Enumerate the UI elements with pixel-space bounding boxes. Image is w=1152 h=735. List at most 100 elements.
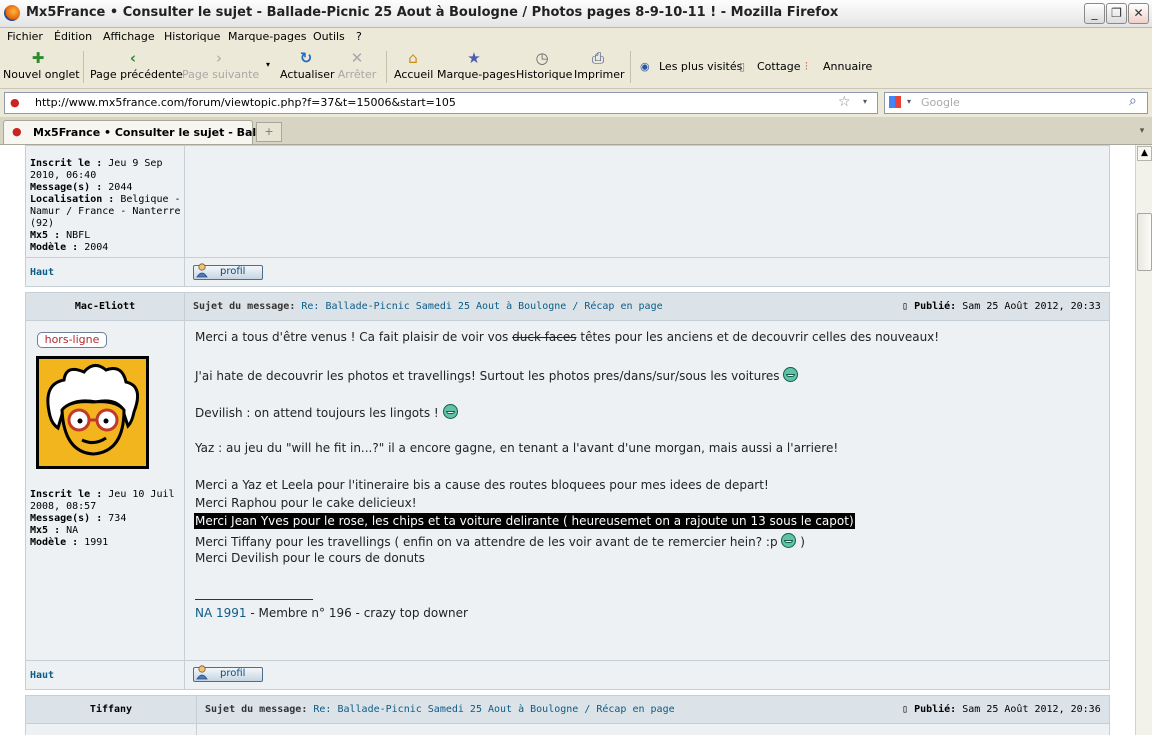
- bookmarks-button[interactable]: ★ Marque-pages: [437, 46, 516, 88]
- bookmarks-label: Marque-pages: [437, 68, 516, 81]
- url-text: http://www.mx5france.com/forum/viewtopic…: [35, 96, 456, 109]
- menu-affichage[interactable]: Affichage: [103, 30, 155, 43]
- profile-button-label: profil: [220, 668, 246, 679]
- url-field[interactable]: ● http://www.mx5france.com/forum/viewtop…: [4, 92, 878, 114]
- window-title: Mx5France • Consulter le sujet - Ballade…: [26, 5, 839, 20]
- grin-smiley-icon: [783, 367, 799, 382]
- back-label: Page précédente: [90, 68, 183, 81]
- search-icon[interactable]: ⌕: [1129, 93, 1137, 109]
- bookmark-annuaire[interactable]: Annuaire: [823, 60, 872, 73]
- history-dropdown-icon[interactable]: ▾: [263, 60, 273, 70]
- grin-smiley-icon: [442, 404, 458, 419]
- offline-status-badge: hors-ligne: [37, 332, 107, 348]
- bookmark-cottage[interactable]: Cottage: [757, 60, 801, 73]
- reload-icon: ↻: [299, 49, 313, 67]
- post-date: ▯ Publié: Sam 25 Août 2012, 20:36: [902, 704, 1101, 715]
- stop-icon: ✕: [350, 49, 364, 67]
- home-button[interactable]: ⌂ Accueil: [394, 46, 433, 88]
- tab-active[interactable]: ● Mx5France • Consulter le sujet - Ball.…: [3, 120, 272, 144]
- print-label: Imprimer: [574, 68, 625, 81]
- search-field[interactable]: ▾ Google ⌕: [884, 92, 1148, 114]
- search-engine-dropdown-icon[interactable]: ▾: [907, 97, 911, 106]
- forward-button[interactable]: › Page suivante: [182, 46, 260, 88]
- clock-icon: ◷: [535, 49, 549, 67]
- post-line-3: Devilish : on attend toujours les lingot…: [195, 404, 458, 420]
- post-line-7-selected: Merci Jean Yves pour le rose, les chips …: [194, 513, 855, 529]
- bookmarks-star-icon: ★: [467, 49, 481, 67]
- tab-list-dropdown-icon[interactable]: ▾: [1134, 122, 1150, 140]
- bookmark-star-icon[interactable]: ☆: [838, 94, 851, 110]
- page-icon: ▯: [739, 60, 746, 73]
- menu-outils[interactable]: Outils: [313, 30, 345, 43]
- search-placeholder: Google: [921, 96, 960, 109]
- post-line-8: Merci Tiffany pour les travellings ( enf…: [195, 533, 805, 549]
- history-button[interactable]: ◷ Historique: [516, 46, 573, 88]
- print-button[interactable]: ⎙ Imprimer: [574, 46, 625, 88]
- maximize-button[interactable]: ❐: [1106, 3, 1127, 24]
- bookmark-most-visited[interactable]: Les plus visités: [659, 60, 742, 73]
- avatar-illustration: [39, 359, 146, 466]
- post-author[interactable]: Tiffany: [26, 704, 196, 715]
- new-tab-button[interactable]: ✚ Nouvel onglet: [3, 46, 80, 88]
- post-mac-eliott: Mac-Eliott Sujet du message: Re: Ballade…: [25, 292, 1110, 690]
- author-profile-details: Inscrit le : Jeu 10 Juil 2008, 08:57 Mes…: [30, 489, 175, 548]
- printer-icon: ⎙: [591, 49, 604, 67]
- close-button[interactable]: ✕: [1128, 3, 1149, 24]
- url-dropdown-icon[interactable]: ▾: [863, 97, 867, 106]
- page-content: Inscrit le : Jeu 9 Sep 2010, 06:40 Messa…: [0, 145, 1135, 735]
- reload-button[interactable]: ↻ Actualiser: [280, 46, 335, 88]
- new-tab-label: Nouvel onglet: [3, 68, 80, 81]
- post-line-2: J'ai hate de decouvrir les photos et tra…: [195, 367, 799, 383]
- forward-label: Page suivante: [182, 68, 260, 81]
- globe-icon: ◉: [640, 60, 650, 73]
- stop-button[interactable]: ✕ Arrêter: [336, 46, 378, 88]
- previous-author-profile: Inscrit le : Jeu 9 Sep 2010, 06:40 Messa…: [30, 158, 181, 253]
- menu-historique[interactable]: Historique: [164, 30, 220, 43]
- avatar: [36, 356, 149, 469]
- stop-label: Arrêter: [337, 68, 377, 81]
- back-arrow-icon: ‹: [129, 49, 137, 67]
- signature-divider: [195, 599, 313, 600]
- menu-help[interactable]: ?: [356, 30, 362, 43]
- post-line-4: Yaz : au jeu du "will he fit in...?" il …: [195, 441, 839, 455]
- new-tab-plus-icon[interactable]: +: [256, 122, 282, 142]
- menu-bar: Fichier Édition Affichage Historique Mar…: [0, 28, 1152, 46]
- menu-fichier[interactable]: Fichier: [7, 30, 43, 43]
- signature-link[interactable]: NA 1991: [195, 606, 247, 620]
- tab-bar: ● Mx5France • Consulter le sujet - Ball.…: [0, 117, 1152, 145]
- window-title-bar: Mx5France • Consulter le sujet - Ballade…: [0, 0, 1152, 28]
- post-author[interactable]: Mac-Eliott: [26, 301, 184, 312]
- scroll-up-icon[interactable]: ▲: [1137, 146, 1152, 161]
- post-line-1: Merci a tous d'être venus ! Ca fait plai…: [195, 330, 940, 344]
- haut-link[interactable]: Haut: [30, 267, 54, 278]
- annuaire-icon: ⫶: [805, 60, 808, 73]
- post-line-9: Merci Devilish pour le cours de donuts: [195, 551, 425, 565]
- forward-arrow-icon: ›: [216, 49, 222, 67]
- menu-edition[interactable]: Édition: [54, 30, 92, 43]
- post-subject: Sujet du message: Re: Ballade-Picnic Sam…: [205, 704, 675, 715]
- profile-button[interactable]: profil: [193, 263, 263, 280]
- scroll-thumb[interactable]: [1137, 213, 1152, 271]
- post-page-icon: ▯: [902, 704, 909, 715]
- vertical-scrollbar[interactable]: ▲: [1135, 145, 1152, 735]
- minimize-button[interactable]: _: [1084, 3, 1105, 24]
- profile-button[interactable]: profil: [193, 665, 263, 682]
- menu-marque-pages[interactable]: Marque-pages: [228, 30, 306, 43]
- user-icon: [196, 665, 208, 680]
- user-icon: [196, 263, 208, 278]
- firefox-logo-icon: [4, 5, 20, 21]
- navigation-toolbar: ✚ Nouvel onglet ‹ Page précédente › Page…: [0, 46, 1152, 89]
- signature: NA 1991 - Membre n° 196 - crazy top down…: [195, 606, 468, 620]
- history-label: Historique: [516, 68, 573, 81]
- new-tab-icon: ✚: [31, 49, 45, 67]
- tab-favicon-icon: ●: [12, 125, 22, 138]
- haut-link[interactable]: Haut: [30, 670, 54, 681]
- back-button[interactable]: ‹ Page précédente: [90, 46, 183, 88]
- address-bar-row: ● http://www.mx5france.com/forum/viewtop…: [0, 89, 1152, 116]
- post-subject: Sujet du message: Re: Ballade-Picnic Sam…: [193, 301, 663, 312]
- post-subject-link[interactable]: Re: Ballade-Picnic Samedi 25 Aout à Boul…: [301, 301, 662, 312]
- home-icon: ⌂: [408, 49, 418, 67]
- post-subject-link[interactable]: Re: Ballade-Picnic Samedi 25 Aout à Boul…: [313, 704, 674, 715]
- post-line-6: Merci Raphou pour le cake delicieux!: [195, 496, 417, 510]
- grin-smiley-icon: [781, 533, 797, 548]
